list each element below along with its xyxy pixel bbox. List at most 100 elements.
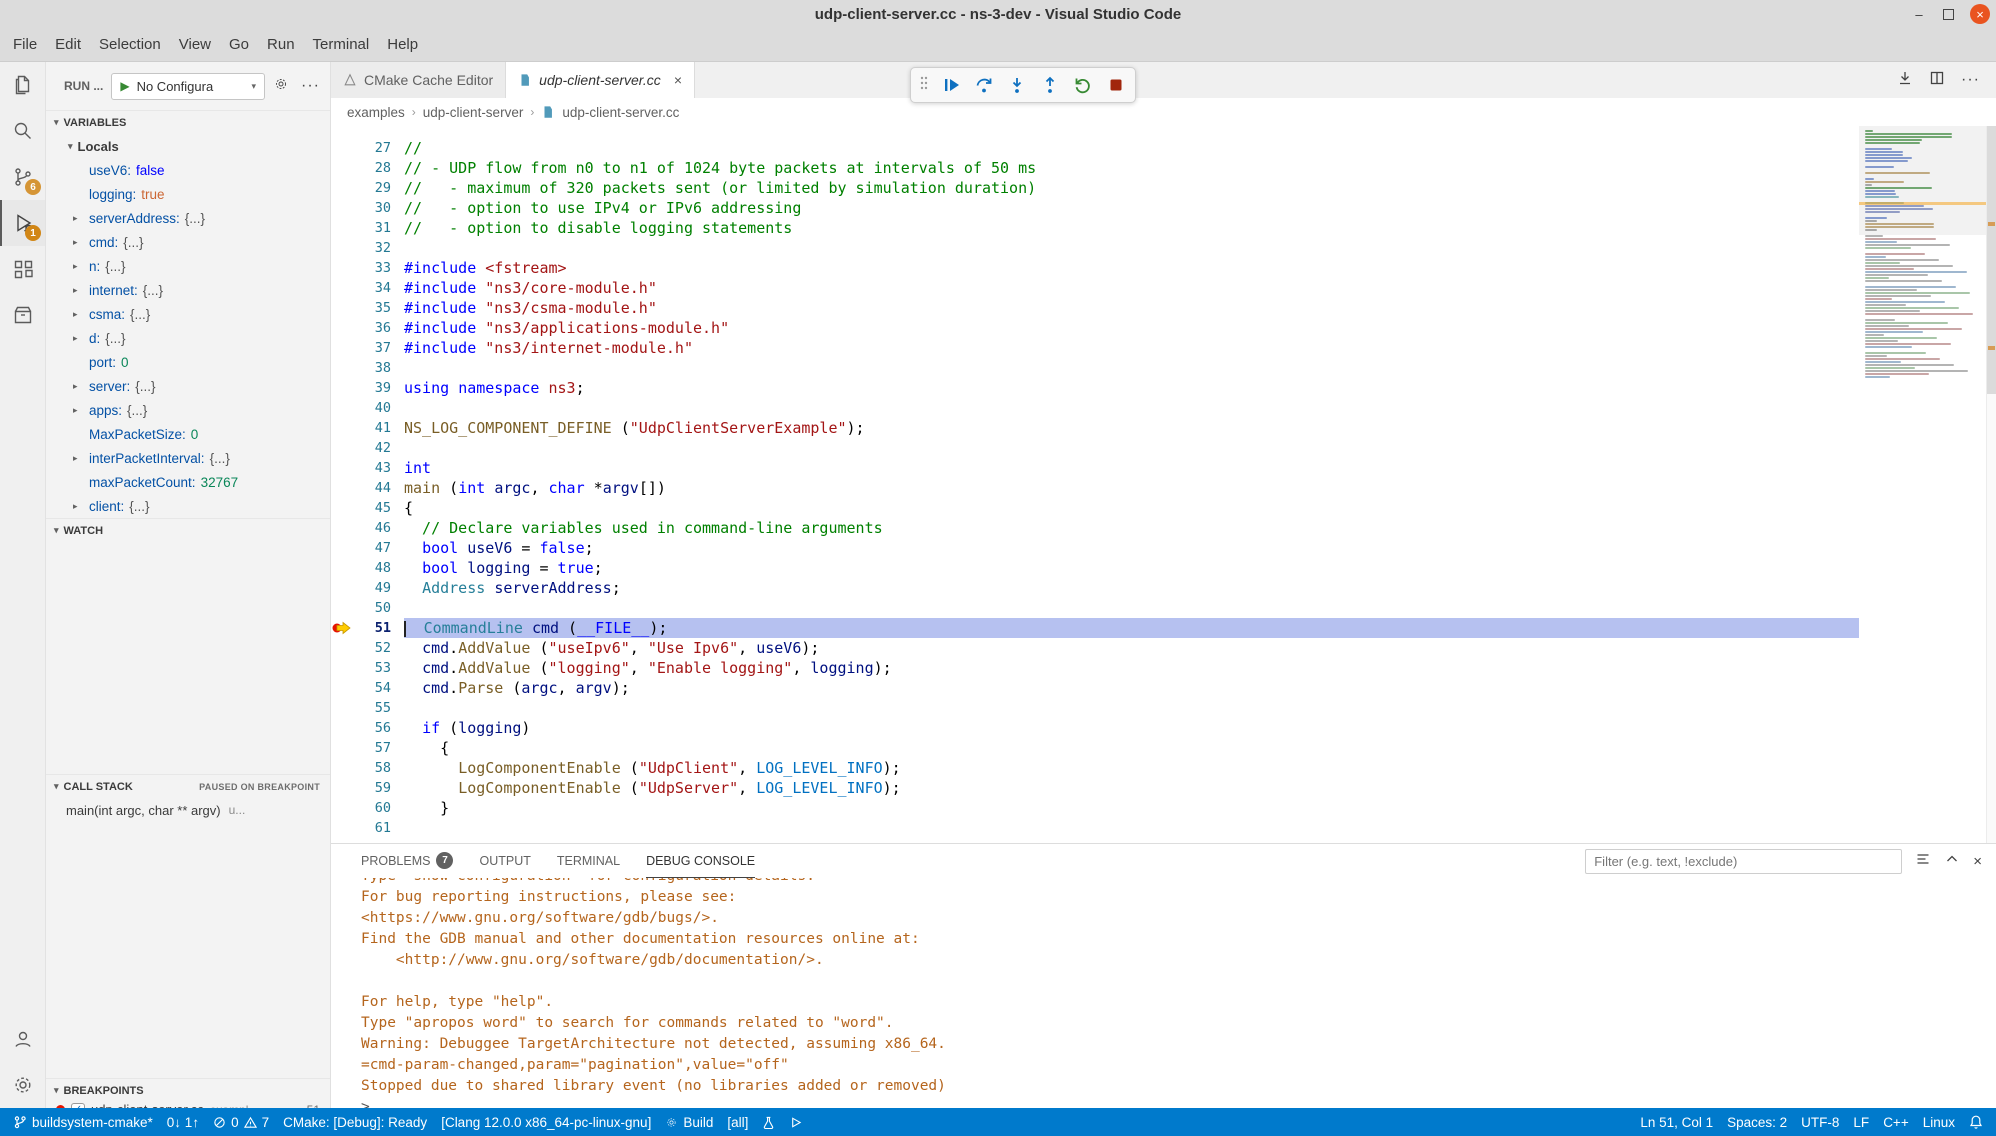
code-line[interactable]: 40: [331, 398, 1859, 418]
close-icon[interactable]: ×: [1970, 4, 1990, 24]
cmake-build-button[interactable]: Build: [658, 1108, 720, 1136]
gutter-margin[interactable]: [331, 158, 357, 178]
gutter-margin[interactable]: [331, 358, 357, 378]
code-line[interactable]: 55: [331, 698, 1859, 718]
line-number[interactable]: 28: [357, 160, 391, 176]
line-number[interactable]: 51: [357, 620, 391, 636]
cmake-kit-item[interactable]: [Clang 12.0.0 x86_64-pc-linux-gnu]: [434, 1108, 658, 1136]
step-out-button[interactable]: [1039, 74, 1061, 96]
line-number[interactable]: 27: [357, 140, 391, 156]
variable-row[interactable]: ▸interPacketInterval:{...}: [46, 446, 330, 470]
launch-config-dropdown[interactable]: ▶ No Configura ▾: [111, 73, 265, 100]
continue-button[interactable]: [940, 74, 962, 96]
gutter-margin[interactable]: [331, 758, 357, 778]
menu-terminal[interactable]: Terminal: [304, 28, 379, 62]
code-line[interactable]: 50: [331, 598, 1859, 618]
gutter-margin[interactable]: [331, 318, 357, 338]
gutter-margin[interactable]: [331, 778, 357, 798]
menu-help[interactable]: Help: [378, 28, 427, 62]
code-line[interactable]: 41NS_LOG_COMPONENT_DEFINE ("UdpClientSer…: [331, 418, 1859, 438]
gutter-margin[interactable]: [331, 638, 357, 658]
line-number[interactable]: 52: [357, 640, 391, 656]
close-panel-icon[interactable]: ×: [1973, 853, 1982, 870]
gutter-margin[interactable]: [331, 218, 357, 238]
line-number[interactable]: 42: [357, 440, 391, 456]
gutter-margin[interactable]: [331, 278, 357, 298]
gutter-margin[interactable]: [331, 398, 357, 418]
gutter-margin[interactable]: [331, 238, 357, 258]
explorer-icon[interactable]: [0, 62, 45, 108]
code-line[interactable]: 32: [331, 238, 1859, 258]
gutter-margin[interactable]: [331, 178, 357, 198]
console-filter-input[interactable]: [1585, 849, 1902, 874]
gutter-margin[interactable]: [331, 738, 357, 758]
breadcrumb-file[interactable]: udp-client-server.cc: [562, 105, 679, 120]
language-mode-item[interactable]: C++: [1876, 1108, 1916, 1136]
code-line[interactable]: 45{: [331, 498, 1859, 518]
minimize-icon[interactable]: –: [1911, 7, 1927, 22]
code-line[interactable]: 28// - UDP flow from n0 to n1 of 1024 by…: [331, 158, 1859, 178]
code-line[interactable]: 31// - option to disable logging stateme…: [331, 218, 1859, 238]
code-line[interactable]: 53 cmd.AddValue ("logging", "Enable logg…: [331, 658, 1859, 678]
variable-row[interactable]: ▸d:{...}: [46, 326, 330, 350]
panel-tab-problems[interactable]: PROBLEMS 7: [361, 844, 453, 878]
code-line[interactable]: 39using namespace ns3;: [331, 378, 1859, 398]
start-debug-icon[interactable]: ▶: [120, 79, 129, 93]
sync-status-item[interactable]: 0↓ 1↑: [160, 1108, 206, 1136]
variable-row[interactable]: ▸serverAddress:{...}: [46, 206, 330, 230]
code-line[interactable]: 42: [331, 438, 1859, 458]
gutter-margin[interactable]: [331, 578, 357, 598]
panel-tab-debug-console[interactable]: DEBUG CONSOLE: [646, 844, 755, 878]
line-number[interactable]: 59: [357, 780, 391, 796]
breakpoints-section-header[interactable]: ▾ BREAKPOINTS: [46, 1078, 330, 1102]
code-line[interactable]: 49 Address serverAddress;: [331, 578, 1859, 598]
line-number[interactable]: 38: [357, 360, 391, 376]
line-number[interactable]: 45: [357, 500, 391, 516]
locals-scope[interactable]: ▾ Locals: [46, 134, 330, 158]
gutter-margin[interactable]: [331, 458, 357, 478]
line-number[interactable]: 41: [357, 420, 391, 436]
gutter-margin[interactable]: [331, 378, 357, 398]
gutter-margin[interactable]: [331, 338, 357, 358]
line-number[interactable]: 39: [357, 380, 391, 396]
gutter-margin[interactable]: [331, 538, 357, 558]
gutter-margin[interactable]: [331, 598, 357, 618]
cmake-status-item[interactable]: CMake: [Debug]: Ready: [276, 1108, 434, 1136]
gutter-margin[interactable]: [331, 478, 357, 498]
git-branch-item[interactable]: buildsystem-cmake*: [6, 1108, 160, 1136]
breadcrumb-folder[interactable]: udp-client-server: [423, 105, 524, 120]
code-line[interactable]: 56 if (logging): [331, 718, 1859, 738]
gutter-margin[interactable]: [331, 418, 357, 438]
code-line[interactable]: 35#include "ns3/csma-module.h": [331, 298, 1859, 318]
variable-row[interactable]: maxPacketCount:32767: [46, 470, 330, 494]
gutter-margin[interactable]: [331, 438, 357, 458]
line-number[interactable]: 61: [357, 820, 391, 836]
account-icon[interactable]: [0, 1016, 45, 1062]
variable-row[interactable]: ▸apps:{...}: [46, 398, 330, 422]
gutter-margin[interactable]: [331, 198, 357, 218]
variable-row[interactable]: useV6:false: [46, 158, 330, 182]
code-line[interactable]: 61: [331, 818, 1859, 838]
code-line[interactable]: 46 // Declare variables used in command-…: [331, 518, 1859, 538]
panel-tab-terminal[interactable]: TERMINAL: [557, 844, 620, 878]
extensions-icon[interactable]: [0, 246, 45, 292]
line-number[interactable]: 60: [357, 800, 391, 816]
gutter-margin[interactable]: [331, 658, 357, 678]
code-line[interactable]: 52 cmd.AddValue ("useIpv6", "Use Ipv6", …: [331, 638, 1859, 658]
code-line[interactable]: 37#include "ns3/internet-module.h": [331, 338, 1859, 358]
problems-status-item[interactable]: 0 7: [206, 1108, 276, 1136]
os-item[interactable]: Linux: [1916, 1108, 1962, 1136]
variable-row[interactable]: ▸n:{...}: [46, 254, 330, 278]
variable-row[interactable]: ▸server:{...}: [46, 374, 330, 398]
code-line[interactable]: 27//: [331, 138, 1859, 158]
panel-tab-output[interactable]: OUTPUT: [479, 844, 530, 878]
menu-view[interactable]: View: [170, 28, 220, 62]
gutter-margin[interactable]: [331, 818, 357, 838]
line-number[interactable]: 58: [357, 760, 391, 776]
more-actions-icon[interactable]: ···: [301, 77, 320, 95]
chevron-up-icon[interactable]: [1944, 851, 1960, 872]
scrollbar[interactable]: [1986, 126, 1996, 843]
scrollbar-thumb[interactable]: [1987, 126, 1996, 394]
line-number[interactable]: 57: [357, 740, 391, 756]
menu-run[interactable]: Run: [258, 28, 304, 62]
